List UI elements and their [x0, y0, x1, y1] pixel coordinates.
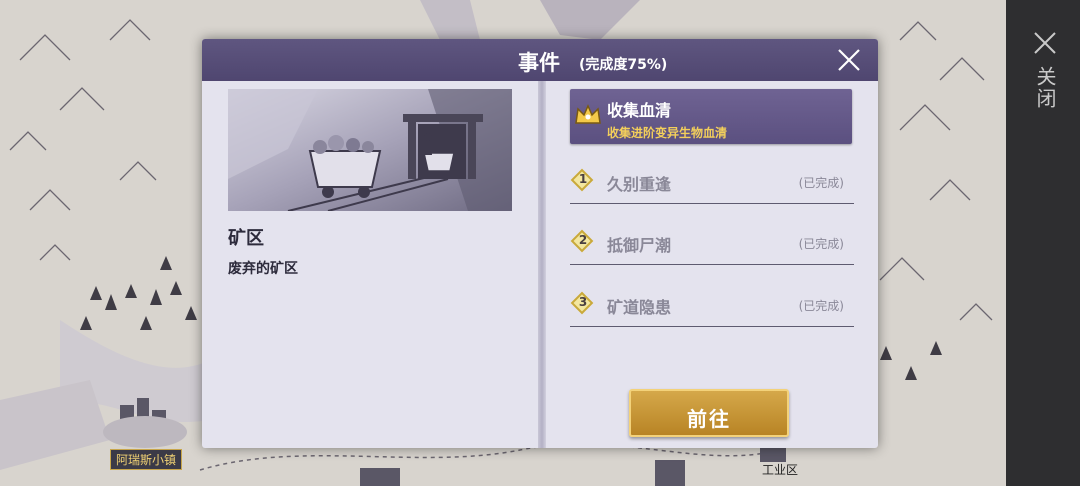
task-status: (已完成) [798, 237, 844, 251]
town-label[interactable]: 阿瑞斯小镇 [110, 449, 183, 470]
number-badge-icon: 2 [570, 229, 594, 253]
place-description: 废弃的矿区 [228, 261, 298, 277]
active-task-subtitle: 收集进阶变异生物血清 [607, 126, 728, 140]
crown-icon [575, 104, 601, 124]
mine-cart-illustration [228, 89, 512, 211]
task-row[interactable]: 2 抵御尸潮 (已完成) [570, 220, 854, 265]
completion-text: (完成度75%) [579, 57, 668, 73]
go-button-label: 前往 [687, 407, 731, 431]
industrial-zone-label[interactable]: 工业区 [762, 461, 798, 478]
go-button[interactable]: 前往 [629, 389, 789, 437]
dialog-header: 事件 (完成度75%) [202, 39, 878, 81]
task-row[interactable]: 1 久别重逢 (已完成) [570, 159, 854, 204]
task-status: (已完成) [798, 299, 844, 313]
close-icon[interactable] [1033, 31, 1057, 55]
place-name: 矿区 [228, 228, 264, 249]
active-task-title: 收集血清 [607, 101, 672, 120]
close-icon[interactable] [836, 47, 862, 73]
number-badge-icon: 1 [570, 168, 594, 192]
task-status: (已完成) [798, 176, 844, 190]
side-close-label[interactable]: 关闭 [1033, 66, 1057, 110]
panel-divider [538, 81, 546, 448]
dialog-title: 事件 [518, 51, 560, 75]
task-label: 抵御尸潮 [607, 236, 672, 255]
event-dialog: 事件 (完成度75%) 矿区 废弃的矿区 收集血清 收集进阶变异生物血清 1 久… [202, 39, 878, 448]
task-label: 久别重逢 [607, 175, 672, 194]
task-row[interactable]: 3 矿道隐患 (已完成) [570, 282, 854, 327]
active-task-card[interactable]: 收集血清 收集进阶变异生物血清 [570, 89, 852, 144]
task-label: 矿道隐患 [607, 298, 672, 317]
number-badge-icon: 3 [570, 291, 594, 315]
